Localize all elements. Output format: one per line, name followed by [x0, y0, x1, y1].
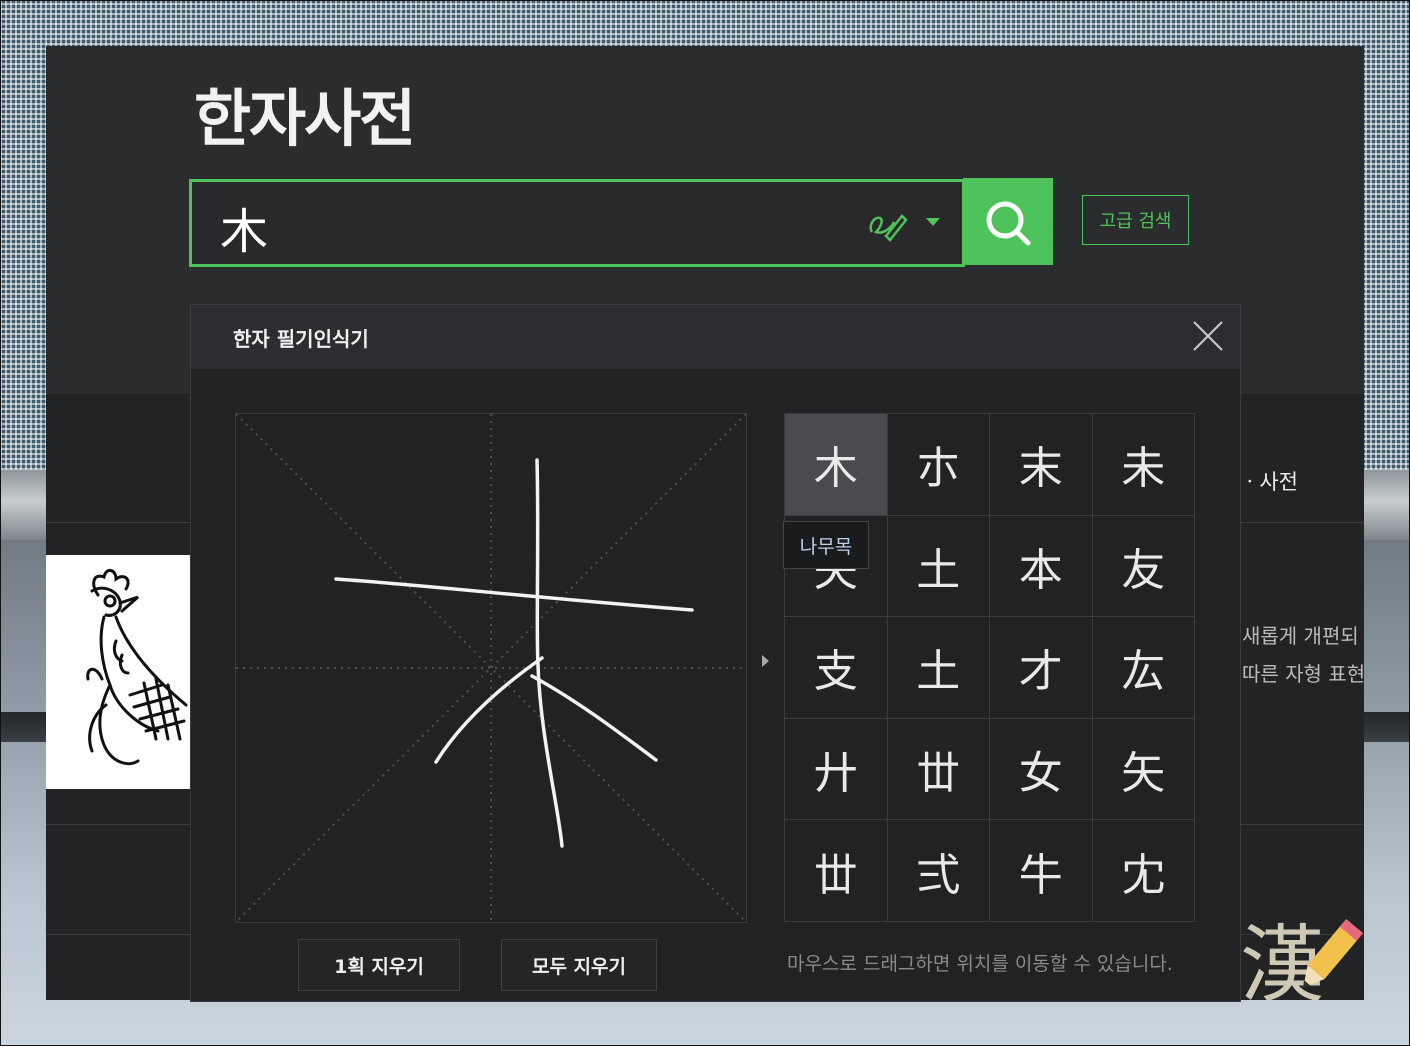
page-title: 한자사전 [194, 82, 416, 155]
side-text: 새롭게 개편되 [1242, 624, 1359, 648]
candidate-cell[interactable]: 友 [1092, 515, 1195, 618]
undo-stroke-button[interactable]: 1획 지우기 [298, 939, 460, 991]
candidate-cell[interactable]: 女 [990, 718, 1093, 821]
candidate-cell[interactable]: 矢 [1092, 718, 1195, 821]
arrow-right-icon [762, 655, 769, 667]
candidate-cell[interactable]: 末 [990, 414, 1093, 516]
candidate-cell[interactable]: 支 [785, 617, 888, 719]
candidate-tooltip: 나무목 [783, 521, 869, 569]
search-value[interactable]: 木 [220, 192, 268, 262]
candidate-cell[interactable]: 土 [887, 617, 990, 719]
drawing-canvas[interactable] [235, 413, 747, 923]
candidate-grid: 木朩末未夬土本友支土才厷廾丗女矢丗弍牛冘 [784, 413, 1195, 922]
handwriting-recognizer-popup: 한자 필기인식기 木朩末未夬土本友支土才厷廾丗女矢丗弍牛冘 나무목 1획 지우기 [190, 304, 1241, 1002]
candidate-cell[interactable]: 牛 [990, 820, 1093, 922]
handwritten-strokes [334, 458, 694, 848]
candidate-cell[interactable]: 弍 [887, 820, 990, 922]
popup-header: 한자 필기인식기 [191, 305, 1240, 369]
search-button[interactable] [963, 178, 1053, 265]
drag-hint: 마우스로 드래그하면 위치를 이동할 수 있습니다. [787, 953, 1173, 975]
candidate-cell[interactable]: 木 [785, 414, 888, 516]
pen-icon[interactable] [866, 202, 910, 242]
search-icon [986, 201, 1031, 246]
candidate-cell[interactable]: 未 [1092, 414, 1195, 516]
pencil-icon [1303, 918, 1364, 988]
candidate-cell[interactable]: 丗 [887, 718, 990, 821]
candidate-cell[interactable]: 土 [887, 515, 990, 618]
candidate-cell[interactable]: 才 [990, 617, 1093, 719]
candidate-cell[interactable]: 朩 [887, 414, 990, 516]
advanced-search-button[interactable]: 고급 검색 [1082, 195, 1189, 245]
candidate-cell[interactable]: 本 [990, 515, 1093, 618]
candidate-cell[interactable]: 冘 [1092, 820, 1195, 922]
side-text: 따른 자형 표현 [1242, 662, 1366, 686]
bird-illustration [46, 555, 190, 789]
candidate-cell[interactable]: 厷 [1092, 617, 1195, 719]
candidate-cell[interactable]: 丗 [785, 820, 888, 922]
popup-title: 한자 필기인식기 [233, 327, 369, 351]
search-input[interactable]: 木 [189, 179, 965, 267]
clear-all-button[interactable]: 모두 지우기 [501, 939, 657, 991]
chevron-down-icon[interactable] [926, 218, 940, 226]
candidate-cell[interactable]: 廾 [785, 718, 888, 821]
side-label: ㆍ사전 [1240, 470, 1298, 494]
close-icon[interactable] [1191, 319, 1225, 353]
